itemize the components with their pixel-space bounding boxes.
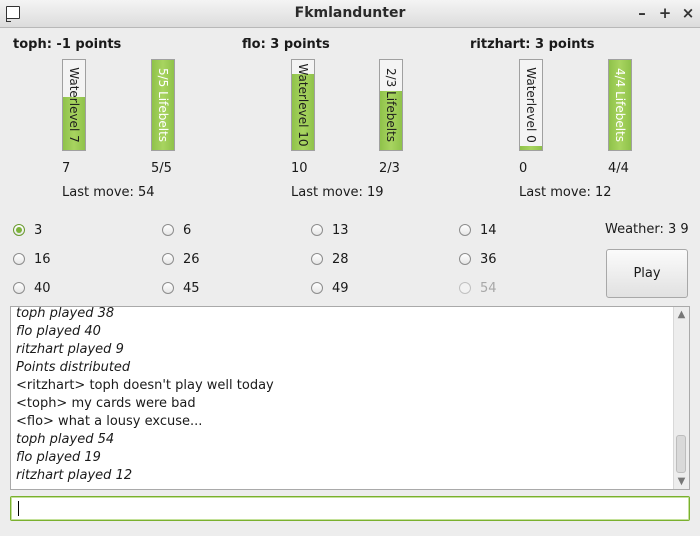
log-line: ritzhart played 12 [16, 468, 133, 483]
log-lines: toph played 38 flo played 40 ritzhart pl… [16, 306, 274, 485]
card-option[interactable]: 14 [459, 220, 497, 240]
card-option-label: 28 [332, 251, 349, 267]
card-option-label: 26 [183, 251, 200, 267]
card-option-label: 40 [34, 280, 51, 296]
scroll-thumb[interactable] [676, 435, 686, 473]
radio-button [459, 282, 471, 294]
log-line: <toph> my cards were bad [16, 396, 196, 411]
radio-button[interactable] [311, 282, 323, 294]
card-option[interactable]: 45 [162, 278, 200, 298]
text-caret [18, 501, 19, 516]
log-line: <ritzhart> toph doesn't play well today [16, 378, 274, 393]
card-option[interactable]: 40 [13, 278, 51, 298]
log-scrollbar[interactable]: ▲ ▼ [673, 307, 689, 489]
title-bar[interactable]: Fkmlandunter – + × [0, 0, 700, 28]
waterlevel-value: 10 [291, 161, 308, 176]
card-option: 54 [459, 278, 497, 298]
lifebelts-value: 4/4 [608, 161, 629, 176]
player-title: flo: 3 points [242, 37, 330, 52]
radio-button[interactable] [13, 253, 25, 265]
waterlevel-bar-label: Waterlevel 7 [67, 67, 81, 143]
card-option-label: 14 [480, 222, 497, 238]
log-line: flo played 19 [16, 450, 101, 465]
player-title: ritzhart: 3 points [470, 37, 595, 52]
radio-button[interactable] [311, 224, 323, 236]
lifebelts-bar: 2/3 Lifebelts [379, 59, 403, 151]
lifebelts-bar-label: 2/3 Lifebelts [384, 67, 398, 143]
waterlevel-bar: Waterlevel 10 [291, 59, 315, 151]
log-line: toph played 54 [16, 432, 115, 447]
card-option[interactable]: 13 [311, 220, 349, 240]
last-move: Last move: 12 [519, 185, 612, 200]
chat-input[interactable] [10, 496, 690, 521]
card-option[interactable]: 16 [13, 249, 51, 269]
card-option-label: 36 [480, 251, 497, 267]
log-line: flo played 40 [16, 324, 101, 339]
card-option-label: 13 [332, 222, 349, 238]
waterlevel-value: 7 [62, 161, 71, 176]
card-option[interactable]: 26 [162, 249, 200, 269]
window-title: Fkmlandunter [294, 5, 406, 21]
card-option[interactable]: 36 [459, 249, 497, 269]
radio-button[interactable] [459, 224, 471, 236]
game-log[interactable]: toph played 38 flo played 40 ritzhart pl… [10, 306, 690, 490]
radio-button[interactable] [459, 253, 471, 265]
log-line: toph played 38 [16, 306, 115, 321]
card-option-label: 45 [183, 280, 200, 296]
waterlevel-bar: Waterlevel 7 [62, 59, 86, 151]
minimize-button[interactable]: – [632, 3, 652, 23]
card-option-label: 6 [183, 222, 192, 238]
waterlevel-value: 0 [519, 161, 528, 176]
card-option-label: 16 [34, 251, 51, 267]
radio-button[interactable] [162, 253, 174, 265]
lifebelts-bar-label: 4/4 Lifebelts [613, 67, 627, 143]
radio-button[interactable] [311, 253, 323, 265]
radio-button[interactable] [13, 282, 25, 294]
card-option[interactable]: 49 [311, 278, 349, 298]
scroll-down-icon[interactable]: ▼ [674, 474, 689, 489]
radio-button[interactable] [162, 224, 174, 236]
lifebelts-value: 5/5 [151, 161, 172, 176]
lifebelts-bar: 4/4 Lifebelts [608, 59, 632, 151]
close-button[interactable]: × [678, 3, 698, 23]
player-title: toph: -1 points [13, 37, 122, 52]
waterlevel-bar-label: Waterlevel 10 [296, 63, 310, 147]
radio-button[interactable] [13, 224, 25, 236]
waterlevel-bar: Waterlevel 0 [519, 59, 543, 151]
last-move: Last move: 54 [62, 185, 155, 200]
lifebelts-bar: 5/5 Lifebelts [151, 59, 175, 151]
log-line: Points distributed [16, 360, 131, 375]
card-option-label: 49 [332, 280, 349, 296]
scroll-up-icon[interactable]: ▲ [674, 307, 689, 322]
card-option[interactable]: 28 [311, 249, 349, 269]
log-line: ritzhart played 9 [16, 342, 124, 357]
card-option-label: 54 [480, 280, 497, 296]
play-button[interactable]: Play [606, 249, 688, 298]
lifebelts-bar-label: 5/5 Lifebelts [156, 67, 170, 143]
card-option[interactable]: 3 [13, 220, 42, 240]
radio-button[interactable] [162, 282, 174, 294]
weather-label: Weather: 3 9 [605, 222, 689, 237]
lifebelts-value: 2/3 [379, 161, 400, 176]
log-line: <flo> what a lousy excuse... [16, 414, 203, 429]
card-option[interactable]: 6 [162, 220, 191, 240]
maximize-button[interactable]: + [655, 3, 675, 23]
card-option-label: 3 [34, 222, 43, 238]
waterlevel-bar-label: Waterlevel 0 [524, 67, 538, 143]
last-move: Last move: 19 [291, 185, 384, 200]
